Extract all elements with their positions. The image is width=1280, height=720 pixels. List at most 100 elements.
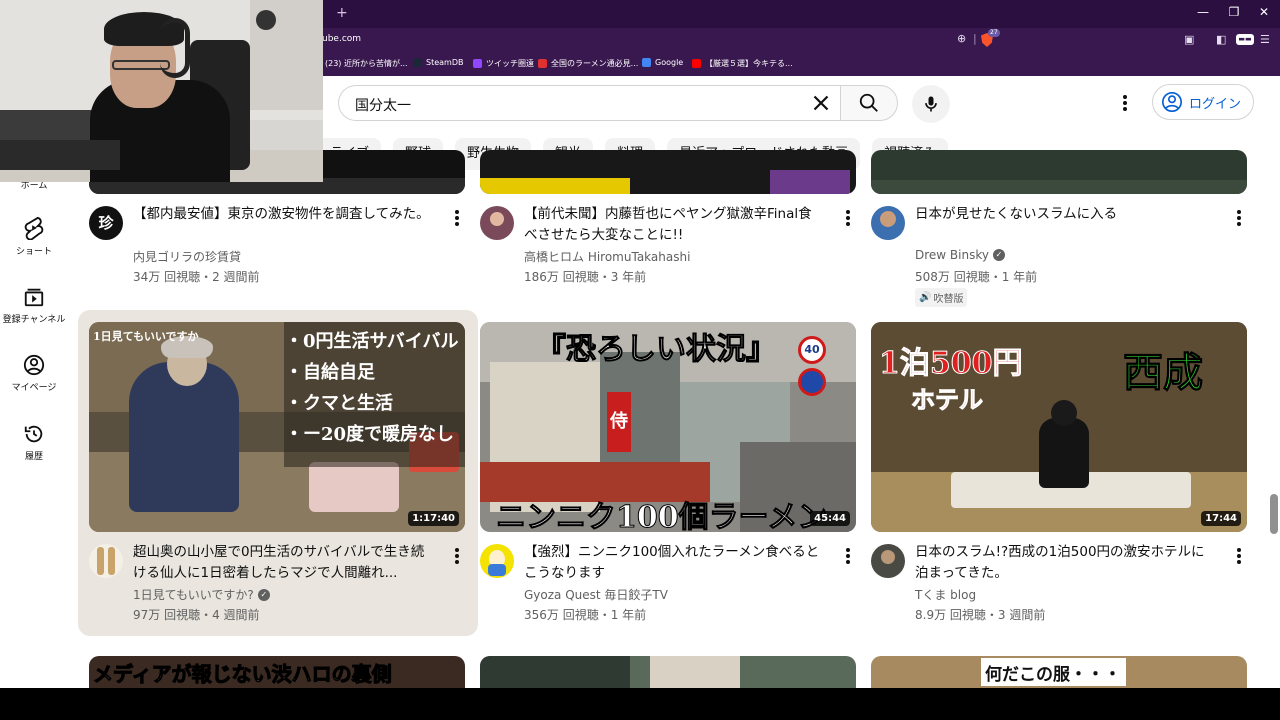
wallet-icon[interactable]: ▬▬ bbox=[1236, 34, 1254, 45]
video-thumbnail[interactable]: 侍 40 『恐ろしい状況』 ニンニク100個ラーメン 45:44 bbox=[480, 322, 856, 532]
sidebar-item-label: マイページ bbox=[11, 383, 57, 393]
bookmark-favicon-icon bbox=[642, 58, 651, 67]
thumbnail-text-2: ・自給自足 bbox=[285, 362, 375, 383]
sidebar-item-label: 履歴 bbox=[24, 452, 43, 462]
video-menu-button[interactable] bbox=[1234, 546, 1244, 566]
account-icon bbox=[23, 354, 45, 376]
restore-button[interactable]: ❐ bbox=[1224, 5, 1244, 19]
thumbnail-text-4: ・ー20度で暖房なし bbox=[285, 424, 455, 445]
video-title[interactable]: 日本が見せたくないスラムに入る bbox=[915, 204, 1215, 225]
more-vert-icon bbox=[1237, 210, 1241, 226]
thumbnail-text-3: ・クマと生活 bbox=[285, 393, 393, 414]
taskbar bbox=[0, 688, 1280, 720]
search-icon bbox=[859, 93, 878, 112]
thumbnail-left-text-2: ホテル bbox=[911, 385, 984, 415]
video-menu-button[interactable] bbox=[452, 546, 462, 566]
dubbed-audio-icon: 🔊 bbox=[919, 292, 932, 303]
url-text[interactable]: ube.com bbox=[322, 34, 361, 44]
video-title[interactable]: 【前代未聞】内藤哲也にペヤング獄激辛Final食べさせたら大変なことに!! bbox=[524, 204, 824, 246]
more-vert-icon bbox=[846, 210, 850, 226]
screen: { "browser": { "url": "ube.com", "bookma… bbox=[0, 0, 1280, 720]
thumbnail-left-text: 1泊500円 bbox=[879, 346, 1023, 382]
sidebar-item-history[interactable]: 履歴 bbox=[0, 423, 68, 462]
channel-name-text: Tくま blog bbox=[915, 588, 977, 602]
new-tab-button[interactable]: + bbox=[336, 5, 348, 21]
clear-search-icon[interactable] bbox=[808, 90, 834, 116]
bookmark-item[interactable]: ツイッチ圏遠 bbox=[473, 58, 534, 69]
brave-shield-count: 27 bbox=[988, 29, 1000, 37]
video-duration: 45:44 bbox=[810, 511, 850, 526]
video-title[interactable]: 超山奥の山小屋で0円生活のサバイバルで生き続ける仙人に1日密着したらマジで人間離… bbox=[133, 542, 433, 584]
search-input[interactable]: 国分太一 bbox=[338, 85, 840, 121]
sidebar-item-my-page[interactable]: マイページ bbox=[0, 354, 68, 393]
search-query-text[interactable]: 国分太一 bbox=[355, 95, 411, 115]
channel-avatar[interactable] bbox=[480, 206, 514, 240]
channel-name[interactable]: Gyoza Quest 毎日餃子TV bbox=[524, 586, 668, 603]
thumbnail-corner-text: 1日見てもいいですか bbox=[93, 330, 199, 343]
video-thumbnail[interactable] bbox=[480, 150, 856, 194]
bookmark-item[interactable]: SteamDB bbox=[413, 58, 463, 67]
thumbnail-text: メディアが報じない渋ハロの裏側 bbox=[93, 662, 393, 687]
channel-name[interactable]: Tくま blog bbox=[915, 586, 976, 603]
channel-avatar[interactable] bbox=[480, 544, 514, 578]
video-meta: 8.9万 回視聴・3 週間前 bbox=[915, 608, 1046, 622]
channel-avatar[interactable] bbox=[871, 206, 905, 240]
bookmark-label: 全国のラーメン通必見... bbox=[551, 59, 639, 68]
bookmark-item[interactable]: (23) 近所から苦情が... bbox=[312, 58, 408, 69]
reader-mode-icon[interactable]: ◧ bbox=[1216, 33, 1226, 46]
sidebar: ホーム ショート 登録チャンネル マイページ 履歴 bbox=[0, 180, 70, 690]
bookmark-favicon-icon bbox=[413, 58, 422, 67]
channel-name[interactable]: 内見ゴリラの珍賃貸 bbox=[133, 248, 241, 265]
video-menu-button[interactable] bbox=[1234, 208, 1244, 228]
video-title[interactable]: 【強烈】ニンニク100個入れたラーメン食べるとこうなります bbox=[524, 542, 824, 584]
bookmark-label: ツイッチ圏遠 bbox=[486, 59, 534, 68]
video-title[interactable]: 【都内最安値】東京の激安物件を調査してみた。 bbox=[133, 204, 433, 225]
video-meta: 34万 回視聴・2 週間前 bbox=[133, 270, 260, 284]
sidebar-item-label: ショート bbox=[15, 247, 52, 257]
account-circle-icon bbox=[1162, 92, 1182, 112]
microphone-icon bbox=[925, 96, 937, 112]
shorts-icon bbox=[24, 216, 44, 240]
channel-avatar[interactable] bbox=[89, 544, 123, 578]
voice-search-button[interactable] bbox=[912, 85, 950, 123]
bookmark-label: 【厳選５選】今キテる... bbox=[705, 59, 793, 68]
login-button[interactable]: ログイン bbox=[1152, 84, 1254, 120]
bookmark-item[interactable]: Google bbox=[642, 58, 683, 67]
channel-name[interactable]: Drew Binsky ✓ bbox=[915, 248, 1005, 262]
bookmark-item[interactable]: 全国のラーメン通必見... bbox=[538, 58, 638, 69]
video-duration: 1:17:40 bbox=[408, 511, 459, 526]
bookmark-item[interactable]: 【厳選５選】今キテる... bbox=[692, 58, 793, 69]
settings-menu-button[interactable] bbox=[1114, 90, 1136, 116]
video-thumbnail[interactable]: 1泊500円 ホテル 西成 17:44 bbox=[871, 322, 1247, 532]
channel-avatar[interactable] bbox=[871, 544, 905, 578]
bookmark-label: SteamDB bbox=[426, 58, 464, 67]
video-thumbnail[interactable] bbox=[871, 150, 1247, 194]
channel-name[interactable]: 1日見てもいいですか? ✓ bbox=[133, 586, 270, 603]
video-menu-button[interactable] bbox=[843, 546, 853, 566]
sidebar-item-subscriptions[interactable]: 登録チャンネル bbox=[0, 286, 68, 325]
bookmark-label: Google bbox=[655, 58, 684, 67]
channel-name-text: 高橋ヒロム HiromuTakahashi bbox=[524, 250, 691, 264]
bookmark-favicon-icon bbox=[692, 59, 701, 68]
browser-menu-icon[interactable]: ☰ bbox=[1260, 33, 1270, 46]
verified-icon: ✓ bbox=[992, 249, 1005, 261]
sidebar-toggle-icon[interactable]: ▣ bbox=[1184, 33, 1194, 46]
more-vert-icon bbox=[1123, 95, 1127, 111]
close-window-button[interactable]: ✕ bbox=[1254, 5, 1274, 19]
video-menu-button[interactable] bbox=[452, 208, 462, 228]
channel-avatar[interactable]: 珍 bbox=[89, 206, 123, 240]
zoom-icon[interactable]: ⊕ bbox=[957, 32, 966, 45]
video-menu-button[interactable] bbox=[843, 208, 853, 228]
video-title[interactable]: 日本のスラム!?西成の1泊500円の激安ホテルに泊まってきた。 bbox=[915, 542, 1215, 584]
bookmark-favicon-icon bbox=[473, 59, 482, 68]
minimize-button[interactable]: — bbox=[1193, 5, 1213, 19]
thumbnail-bottom-text: ニンニク100個ラーメン bbox=[495, 500, 828, 533]
page-scrollbar[interactable] bbox=[1270, 494, 1278, 534]
sidebar-item-label: 登録チャンネル bbox=[2, 315, 66, 325]
webcam-overlay bbox=[0, 0, 323, 182]
search-button[interactable] bbox=[840, 85, 898, 121]
video-thumbnail[interactable]: 1日見てもいいですか ・0円生活サバイバル ・自給自足 ・クマと生活 ・ー20度… bbox=[89, 322, 465, 532]
bookmark-favicon-icon bbox=[538, 59, 547, 68]
sidebar-item-shorts[interactable]: ショート bbox=[0, 216, 68, 257]
channel-name[interactable]: 高橋ヒロム HiromuTakahashi bbox=[524, 248, 690, 265]
